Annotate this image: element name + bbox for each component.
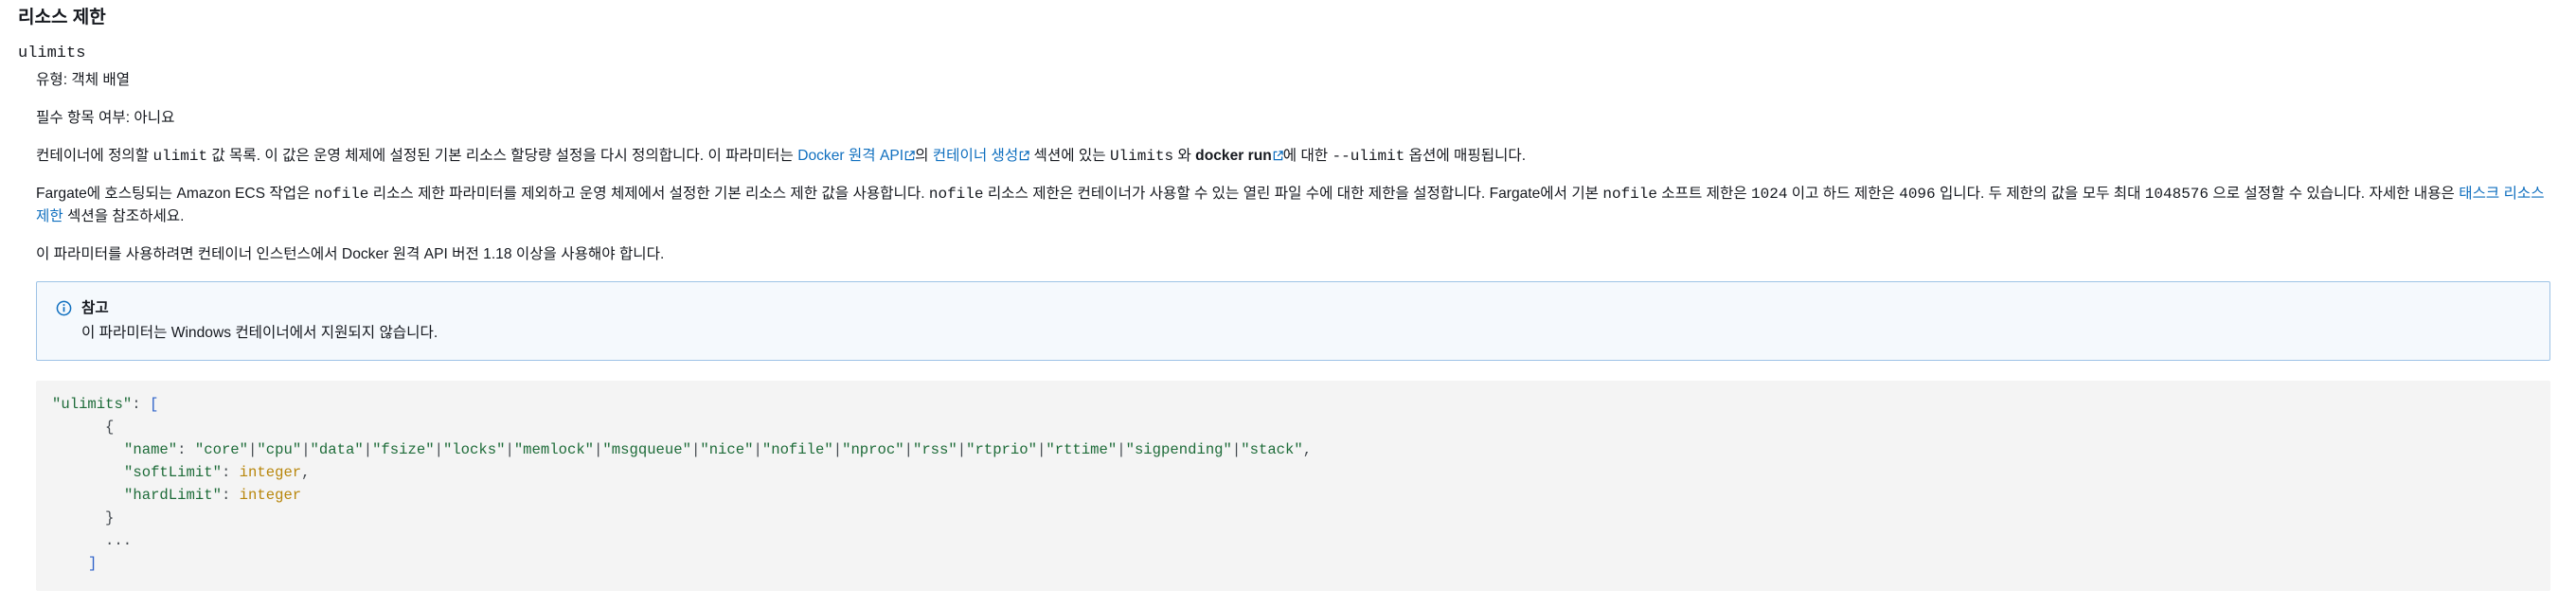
text: 의 <box>915 148 933 164</box>
code-line-4: "softLimit": integer, <box>124 464 311 481</box>
code-line-1: "ulimits": [ <box>52 396 159 413</box>
code-string-value: "rtprio" <box>966 441 1037 458</box>
code-string-value: "rss" <box>912 441 957 458</box>
code-string-value: "fsize" <box>372 441 435 458</box>
inline-code: nofile <box>1602 186 1657 203</box>
text: 리소스 제한 파라미터를 제외하고 운영 체제에서 설정한 기본 리소스 제한 … <box>368 186 929 202</box>
inline-code: --ulimit <box>1332 148 1405 165</box>
page: 리소스 제한 ulimits 유형: 객체 배열 필수 항목 여부: 아니요 컨… <box>0 0 2576 607</box>
code-string-value: "rttime" <box>1046 441 1118 458</box>
code-string-value: "stack" <box>1241 441 1303 458</box>
info-icon <box>56 300 72 316</box>
note-callout: 참고 이 파라미터는 Windows 컨테이너에서 지원되지 않습니다. <box>36 281 2550 361</box>
inline-code: 1048576 <box>2144 186 2209 203</box>
inline-code: nofile <box>928 186 984 203</box>
code-line-8: ] <box>88 555 98 572</box>
inline-code: 4096 <box>1899 186 1936 203</box>
inline-code: nofile <box>313 186 369 203</box>
text: 컨테이너에 정의할 <box>36 148 153 164</box>
external-link-icon <box>1019 151 1029 161</box>
text: Fargate에 호스팅되는 Amazon ECS 작업은 <box>36 186 314 202</box>
text: 이고 하드 제한은 <box>1787 186 1900 202</box>
section-title: 리소스 제한 <box>18 8 106 27</box>
text: 값 목록. 이 값은 운영 체제에 설정된 기본 리소스 할당량 설정을 다시 … <box>207 148 798 164</box>
code-string-value: "cpu" <box>257 441 302 458</box>
text: 옵션에 매핑됩니다. <box>1404 148 1527 164</box>
code-line-7: ... <box>105 532 133 549</box>
inline-code: Ulimits <box>1109 148 1174 165</box>
text: 리소스 제한은 컨테이너가 사용할 수 있는 열린 파일 수에 대한 제한을 설… <box>983 186 1603 202</box>
code-string-value: "nproc" <box>842 441 904 458</box>
text: 섹션을 참조하세요. <box>63 208 185 224</box>
inline-code: 1024 <box>1751 186 1788 203</box>
code-string-value: "data" <box>310 441 364 458</box>
text: 에 대한 <box>1282 148 1333 164</box>
code-string-value: "core" <box>194 441 249 458</box>
text: 소프트 제한은 <box>1656 186 1752 202</box>
required-line: 필수 항목 여부: 아니요 <box>36 110 175 126</box>
code-line-2: { <box>105 419 115 436</box>
description-paragraph: 컨테이너에 정의할 ulimit 값 목록. 이 값은 운영 체제에 설정된 기… <box>36 145 2548 168</box>
create-container-link[interactable]: 컨테이너 생성 <box>933 148 1029 164</box>
param-name: ulimits <box>18 45 86 62</box>
code-line-6: } <box>105 509 115 527</box>
note-text: 이 파라미터는 Windows 컨테이너에서 지원되지 않습니다. <box>81 325 438 341</box>
fargate-paragraph: Fargate에 호스팅되는 Amazon ECS 작업은 nofile 리소스… <box>36 183 2548 227</box>
external-link-icon <box>904 151 915 161</box>
docker-run-link[interactable]: docker run <box>1195 148 1283 164</box>
code-string-value: "sigpending" <box>1125 441 1232 458</box>
code-string-value: "memlock" <box>513 441 595 458</box>
code-string-value: "nice" <box>700 441 754 458</box>
code-block: "ulimits": [ { "name": "core"|"cpu"|"dat… <box>36 381 2550 591</box>
code-string-value: "nofile" <box>761 441 833 458</box>
code-string-value: "msgqueue" <box>602 441 691 458</box>
note-title: 참고 <box>81 300 109 316</box>
code-line-3: "name": "core"|"cpu"|"data"|"fsize"|"loc… <box>124 441 1313 458</box>
external-link-icon <box>1273 151 1283 161</box>
text: 와 <box>1173 148 1196 164</box>
code-string-value: "locks" <box>442 441 506 458</box>
type-line: 유형: 객체 배열 <box>36 72 131 88</box>
code-line-5: "hardLimit": integer <box>124 487 302 504</box>
text: 으로 설정할 수 있습니다. 자세한 내용은 <box>2209 186 2460 202</box>
api-version-paragraph: 이 파라미터를 사용하려면 컨테이너 인스턴스에서 Docker 원격 API … <box>36 246 665 262</box>
docker-remote-api-link[interactable]: Docker 원격 API <box>797 148 915 164</box>
text: 섹션에 있는 <box>1029 148 1110 164</box>
text: 입니다. 두 제한의 값을 모두 최대 <box>1935 186 2145 202</box>
inline-code: ulimit <box>152 148 208 165</box>
